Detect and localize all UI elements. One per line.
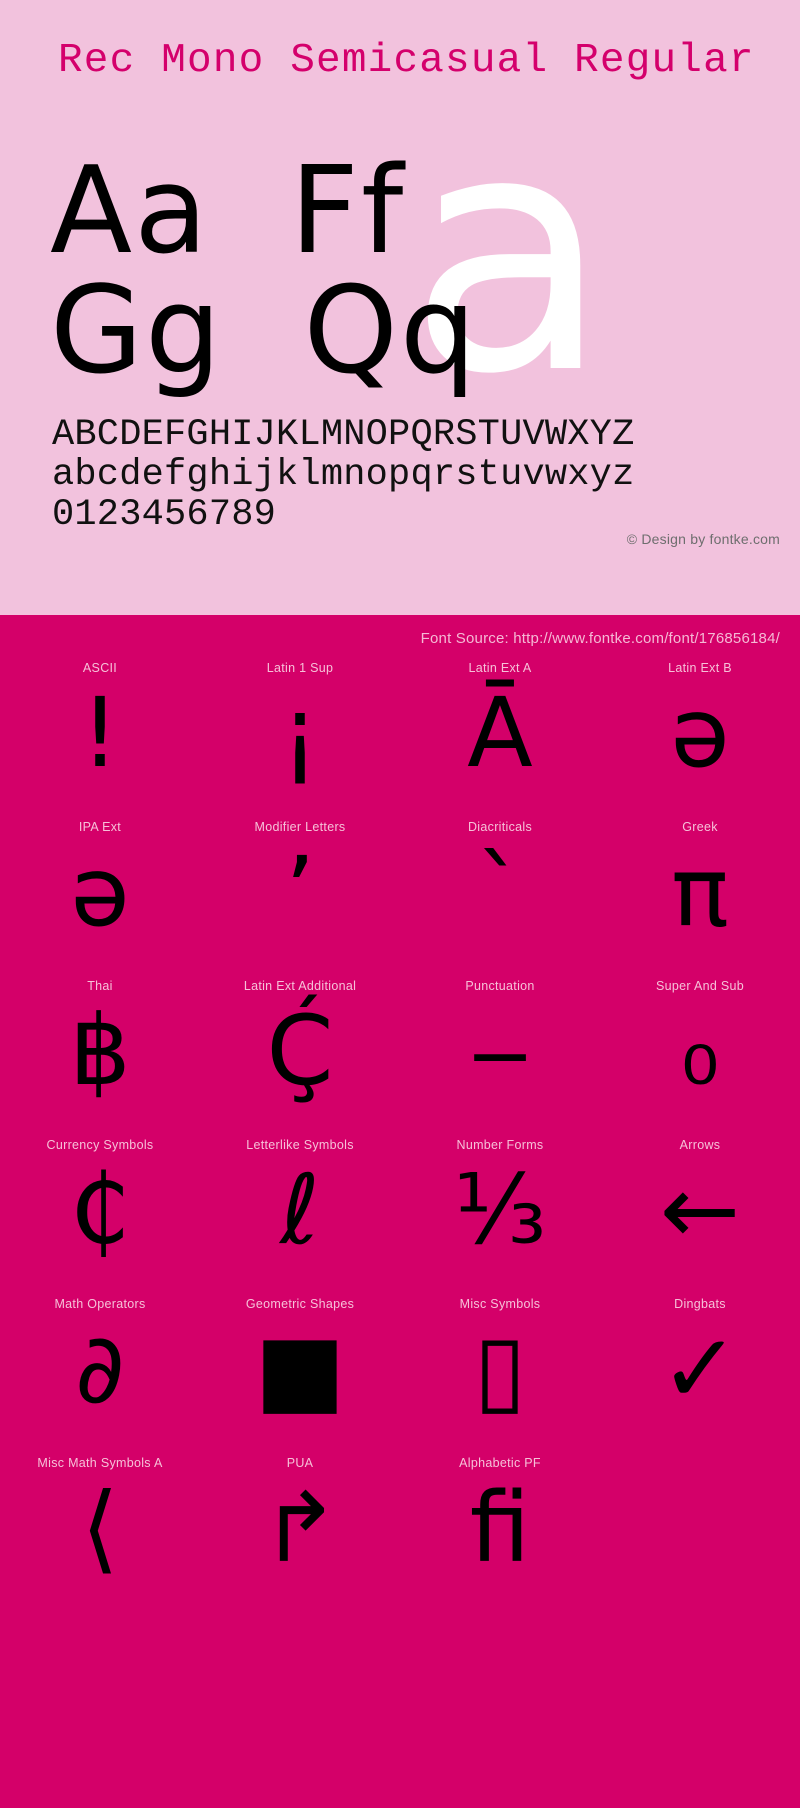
unicode-block-glyph: ▯ (473, 1313, 527, 1425)
unicode-block-cell: Greek π (600, 820, 800, 979)
font-source-link[interactable]: Font Source: http://www.fontke.com/font/… (421, 630, 780, 647)
unicode-block-cell: Arrows ← (600, 1138, 800, 1297)
unicode-block-glyph: π (671, 836, 729, 948)
unicode-block-cell: Latin Ext AĀ (400, 661, 600, 820)
unicode-block-cell: Misc Math Symbols A ⟨ (0, 1456, 200, 1615)
unicode-block-cell: Thai ฿ (0, 979, 200, 1138)
unicode-block-cell: Punctuation ‒ (400, 979, 600, 1138)
unicode-block-grid: ASCII! Latin 1 Sup ¡ Latin Ext A Ā Latin Ext … (0, 661, 800, 1615)
unicode-block-glyph: Ā (467, 677, 533, 789)
digits-row: 0123456789 (52, 494, 277, 536)
unicode-block-glyph: ʼ (284, 836, 316, 948)
specimen-preview-panel: Rec Mono Semicasual Regular a Aa Ff Gg Q… (0, 0, 800, 615)
unicode-block-cell: ASCII! (0, 661, 200, 820)
letter-pair-row-2: Gg Qq (50, 262, 479, 401)
unicode-block-glyph: ฿ (69, 995, 131, 1107)
unicode-block-glyph: ⅓ (453, 1154, 547, 1266)
font-title: Rec Mono Semicasual Regular (58, 38, 755, 84)
unicode-block-cell: Latin 1 Sup ¡ (200, 661, 400, 820)
uppercase-alphabet: ABCDEFGHIJKLMNOPQRSTUVWXYZ (52, 414, 635, 456)
lowercase-alphabet: abcdefghijklmnopqrstuvwxyz (52, 454, 635, 496)
unicode-block-glyph: ə (670, 677, 730, 789)
unicode-block-cell: Latin Ext Bə (600, 661, 800, 820)
unicode-block-cell: IPA Ext ə (0, 820, 200, 979)
unicode-block-cell: PUA ↱ (200, 1456, 400, 1615)
unicode-block-cell: Diacriticals ˋ (400, 820, 600, 979)
design-credit: © Design by fontke.com (626, 531, 780, 547)
unicode-block-cell: Super And Sub ₀ (600, 979, 800, 1138)
unicode-block-glyph: ˋ (476, 836, 524, 948)
unicode-block-cell: Number Forms ⅓ (400, 1138, 600, 1297)
unicode-block-glyph: ¡ (280, 677, 320, 789)
unicode-block-cell: Geometric Shapes ■ (200, 1297, 400, 1456)
unicode-block-cell: Misc Symbols ▯ (400, 1297, 600, 1456)
unicode-block-glyph: Ḉ (266, 995, 334, 1107)
unicode-block-cell: Alphabetic PF ﬁ (400, 1456, 600, 1615)
unicode-block-cell: Latin Ext Additional Ḉ (200, 979, 400, 1138)
unicode-block-glyph: ∂ (75, 1313, 125, 1425)
unicode-block-glyph: ₀ (680, 995, 720, 1107)
unicode-block-cell: Dingbats ✓ (600, 1297, 800, 1456)
unicode-block-glyph: ← (659, 1154, 741, 1266)
unicode-blocks-panel: Font Source: http://www.fontke.com/font/… (0, 615, 800, 1808)
unicode-block-glyph: ! (80, 677, 120, 789)
unicode-block-glyph: ■ (254, 1313, 346, 1425)
unicode-block-cell: Modifier Letters ʼ (200, 820, 400, 979)
unicode-block-glyph: ﬁ (469, 1472, 531, 1584)
unicode-block-glyph: ə (70, 836, 130, 948)
unicode-block-glyph: ↱ (259, 1472, 341, 1584)
unicode-block-glyph: ‒ (469, 995, 531, 1107)
unicode-block-cell: Letterlike Symbols ℓ (200, 1138, 400, 1297)
unicode-block-cell: Math Operators ∂ (0, 1297, 200, 1456)
unicode-block-glyph: ⟨ (81, 1472, 119, 1584)
unicode-block-glyph: ₵ (69, 1154, 131, 1266)
unicode-block-glyph: ℓ (280, 1154, 320, 1266)
letter-pair-row-1: Aa Ff (50, 142, 406, 281)
unicode-block-cell: Currency Symbols ₵ (0, 1138, 200, 1297)
unicode-block-glyph: ✓ (659, 1313, 741, 1425)
